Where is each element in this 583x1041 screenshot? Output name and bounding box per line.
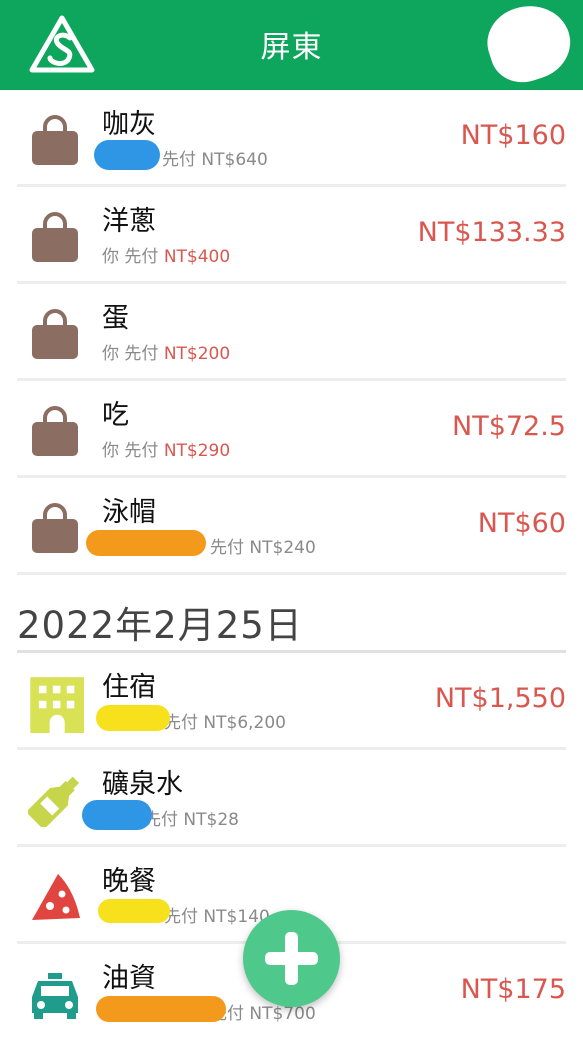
hotel-icon: [30, 677, 84, 733]
expense-title: 咖灰: [102, 109, 156, 140]
expense-row[interactable]: 礦泉水 先付 NT$28: [0, 750, 583, 847]
expense-title: 住宿: [102, 672, 156, 703]
shopping-bag-icon: [32, 212, 78, 262]
expense-title: 油資: [102, 963, 156, 994]
plus-icon: [265, 932, 318, 985]
expense-amount: NT$133.33: [417, 217, 566, 248]
expense-row[interactable]: 洋蔥 你 先付 NT$400 NT$133.33: [0, 187, 583, 284]
expense-amount: NT$1,550: [434, 683, 566, 714]
shopping-bag-icon: [32, 503, 78, 553]
app-header: 屏東: [0, 0, 583, 91]
expense-title: 吃: [102, 400, 129, 431]
date-label: 2022年2月25日: [17, 604, 303, 647]
redaction-mark: [96, 705, 170, 731]
date-section-header: 2022年2月25日: [0, 575, 583, 653]
expense-payer: 你 先付 NT$290: [102, 441, 231, 461]
expense-title: 洋蔥: [102, 206, 156, 237]
redaction-mark: [86, 530, 206, 556]
pizza-icon: [32, 874, 80, 920]
taxi-icon: [32, 973, 78, 1019]
expense-title: 蛋: [102, 303, 129, 334]
shopping-bag-icon: [32, 309, 78, 359]
expense-amount: NT$60: [477, 508, 566, 539]
expense-title: 礦泉水: [102, 769, 183, 800]
add-expense-button[interactable]: [243, 910, 340, 1007]
redaction-mark: [98, 899, 170, 923]
shopping-bag-icon: [32, 406, 78, 456]
expense-amount: NT$160: [460, 120, 566, 151]
expense-payer: 你 先付 NT$400: [102, 247, 231, 267]
expense-row[interactable]: 住宿 先付 NT$6,200 NT$1,550: [0, 653, 583, 750]
expense-amount: NT$72.5: [452, 411, 566, 442]
expense-row[interactable]: 泳帽 先付 NT$240 NT$60: [0, 478, 583, 575]
shopping-bag-icon: [32, 115, 78, 165]
expense-title: 泳帽: [102, 497, 156, 528]
expense-row[interactable]: 蛋 你 先付 NT$200: [0, 284, 583, 381]
expense-row[interactable]: 吃 你 先付 NT$290 NT$72.5: [0, 381, 583, 478]
expense-payer: 你 先付 NT$200: [102, 344, 231, 364]
expense-list: 咖灰 先付 NT$640 NT$160 洋蔥 你 先付 NT$400 NT$13…: [0, 90, 583, 1041]
bottle-icon: [28, 776, 80, 827]
avatar[interactable]: [478, 0, 580, 91]
redaction-mark: [94, 140, 160, 170]
expense-amount: NT$175: [460, 974, 566, 1005]
redaction-mark: [82, 800, 152, 830]
expense-row[interactable]: 咖灰 先付 NT$640 NT$160: [0, 90, 583, 187]
redaction-mark: [96, 996, 226, 1022]
expense-title: 晚餐: [102, 866, 156, 897]
